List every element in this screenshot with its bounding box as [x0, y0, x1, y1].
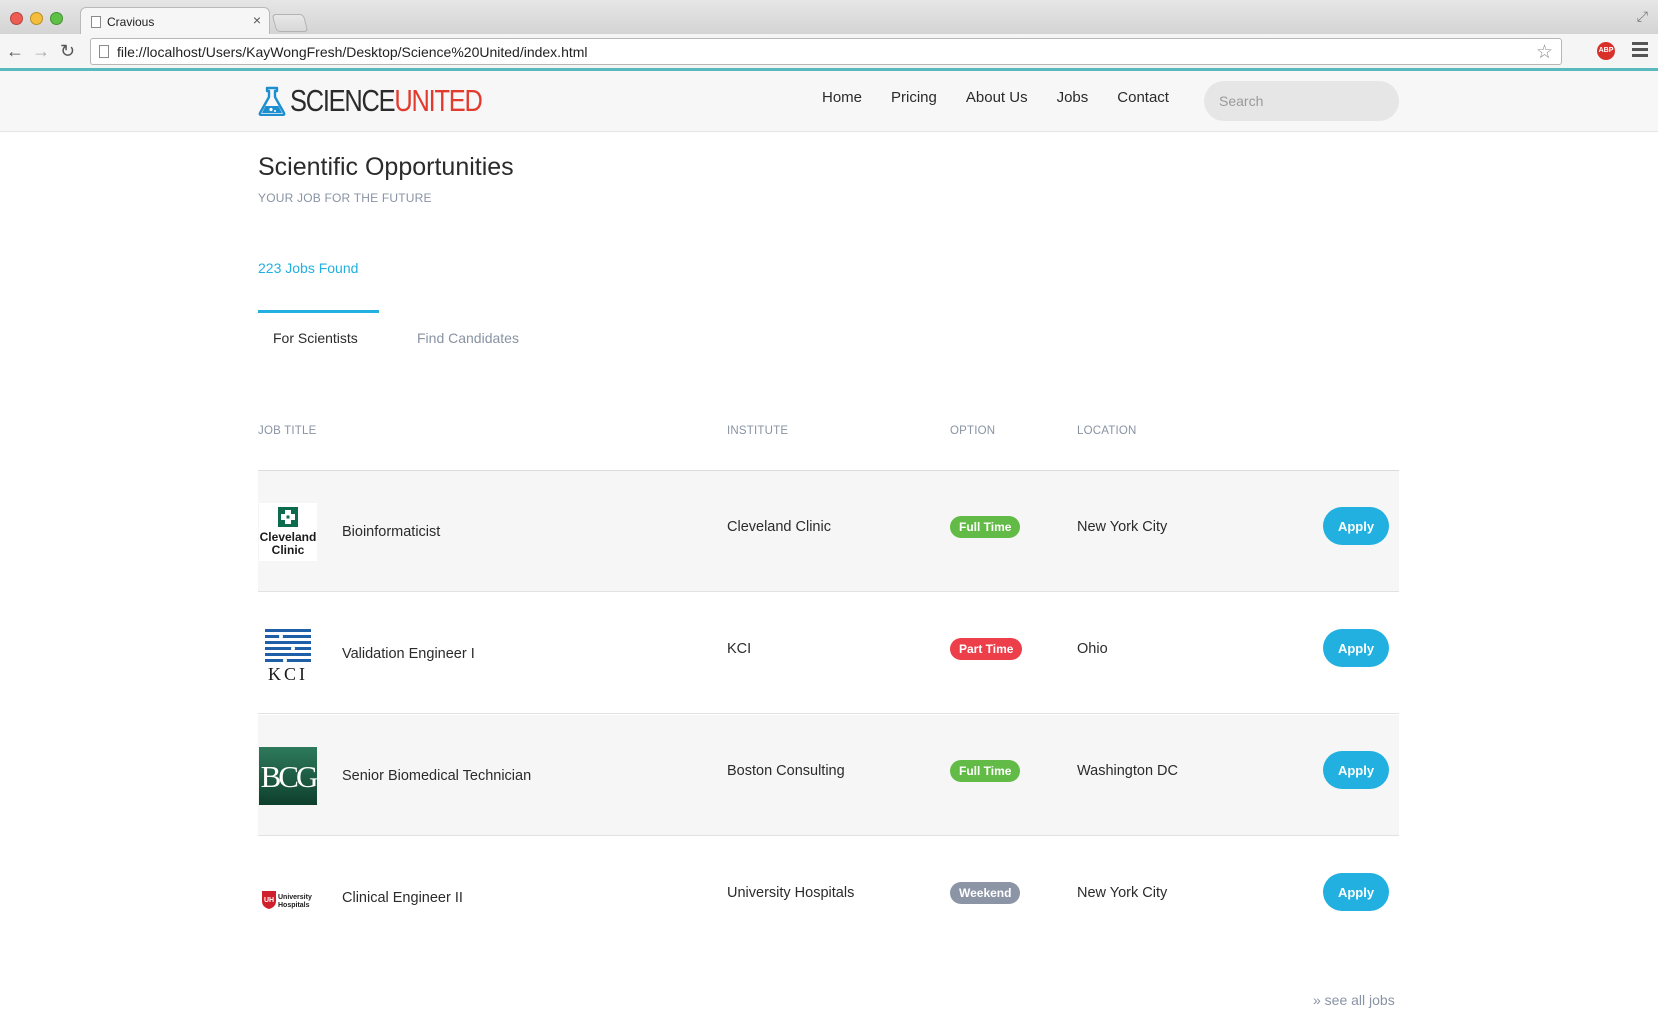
back-arrow-icon[interactable]: ←: [6, 41, 24, 61]
browser-tabstrip: Cravious × ⤢: [0, 0, 1658, 35]
apply-button[interactable]: Apply: [1323, 751, 1389, 789]
job-institute: Boston Consulting: [727, 763, 845, 779]
job-title[interactable]: Validation Engineer I: [342, 646, 475, 662]
logo-united: UNITED: [394, 83, 482, 118]
bookmark-star-icon[interactable]: ☆: [1536, 41, 1553, 64]
table-row: UH University Hospitals Clinical Enginee…: [258, 837, 1399, 958]
reload-icon[interactable]: ↻: [60, 41, 75, 61]
nav-home[interactable]: Home: [822, 89, 862, 106]
job-institute: University Hospitals: [727, 885, 855, 901]
svg-text:UH: UH: [264, 897, 274, 904]
svg-text:KCI: KCI: [268, 664, 308, 683]
job-title[interactable]: Clinical Engineer II: [342, 890, 463, 906]
see-all-jobs-link[interactable]: » see all jobs: [1313, 992, 1395, 1008]
svg-text:Cleveland: Cleveland: [260, 530, 317, 544]
cleveland-clinic-logo: Cleveland Clinic: [259, 503, 317, 561]
browser-toolbar: ← → ↻ file://localhost/Users/KayWongFres…: [0, 34, 1658, 71]
jobs-found-count: 223 Jobs Found: [258, 260, 359, 276]
site-header: SCIENCEUNITED Home Pricing About Us Jobs…: [0, 71, 1658, 132]
table-row: KCI Validation Engineer I KCI Part Time …: [258, 593, 1399, 714]
job-option-badge: Full Time: [950, 760, 1021, 782]
job-institute: Cleveland Clinic: [727, 519, 831, 535]
logo-wordmark: SCIENCEUNITED: [290, 83, 483, 119]
window-minimize-button[interactable]: [30, 12, 43, 25]
kci-logo: KCI: [259, 625, 317, 683]
job-option-badge: Weekend: [950, 882, 1021, 904]
window-zoom-button[interactable]: [50, 12, 63, 25]
job-location: New York City: [1077, 519, 1168, 535]
nav-about-us[interactable]: About Us: [966, 89, 1028, 106]
main-nav: Home Pricing About Us Jobs Contact: [822, 89, 1198, 106]
close-tab-icon[interactable]: ×: [253, 13, 261, 27]
forward-arrow-icon[interactable]: →: [32, 41, 50, 61]
job-location: Washington DC: [1077, 763, 1179, 779]
column-header-institute: INSTITUTE: [727, 425, 789, 437]
page-icon: [99, 45, 109, 58]
tab-for-scientists[interactable]: For Scientists: [273, 330, 358, 346]
job-option-badge: Part Time: [950, 638, 1023, 660]
nav-contact[interactable]: Contact: [1117, 89, 1169, 106]
svg-text:University: University: [278, 894, 312, 901]
flask-icon: [258, 86, 286, 116]
search-input[interactable]: [1204, 81, 1399, 121]
job-institute: KCI: [727, 641, 752, 657]
job-title[interactable]: Bioinformaticist: [342, 524, 440, 540]
logo-science: SCIENCE: [290, 83, 396, 118]
hamburger-menu-icon[interactable]: [1632, 42, 1648, 60]
nav-pricing[interactable]: Pricing: [891, 89, 937, 106]
svg-text:Clinic: Clinic: [272, 543, 305, 557]
active-tab-indicator: [258, 310, 379, 313]
svg-text:BCG: BCG: [261, 759, 317, 794]
university-hospitals-logo: UH University Hospitals: [259, 869, 317, 927]
job-option-badge: Full Time: [950, 516, 1021, 538]
svg-text:Hospitals: Hospitals: [278, 902, 310, 909]
browser-tab-title: Cravious: [107, 15, 155, 29]
address-bar-url[interactable]: file://localhost/Users/KayWongFresh/Desk…: [117, 44, 588, 60]
nav-jobs[interactable]: Jobs: [1057, 89, 1089, 106]
new-tab-button[interactable]: [271, 14, 309, 32]
site-logo[interactable]: SCIENCEUNITED: [258, 83, 524, 119]
table-row: BCG Senior Biomedical Technician Boston …: [258, 715, 1399, 836]
fullscreen-icon[interactable]: ⤢: [1637, 8, 1648, 25]
job-location: New York City: [1077, 885, 1168, 901]
bcg-logo: BCG: [259, 747, 317, 805]
page-subtitle: YOUR JOB FOR THE FUTURE: [258, 191, 432, 205]
tab-find-candidates[interactable]: Find Candidates: [417, 330, 519, 346]
column-header-option: OPTION: [950, 425, 996, 437]
adblock-icon[interactable]: ABP: [1597, 42, 1615, 60]
apply-button[interactable]: Apply: [1323, 873, 1389, 911]
window-close-button[interactable]: [10, 12, 23, 25]
column-header-location: LOCATION: [1077, 425, 1137, 437]
document-icon: [91, 16, 101, 28]
address-bar[interactable]: file://localhost/Users/KayWongFresh/Desk…: [90, 38, 1562, 65]
table-row: Cleveland Clinic Bioinformaticist Clevel…: [258, 471, 1399, 592]
page-title: Scientific Opportunities: [258, 153, 514, 181]
apply-button[interactable]: Apply: [1323, 629, 1389, 667]
job-location: Ohio: [1077, 641, 1108, 657]
browser-tab[interactable]: Cravious ×: [80, 7, 270, 35]
column-header-job-title: JOB TITLE: [258, 425, 317, 437]
apply-button[interactable]: Apply: [1323, 507, 1389, 545]
job-title[interactable]: Senior Biomedical Technician: [342, 768, 531, 784]
